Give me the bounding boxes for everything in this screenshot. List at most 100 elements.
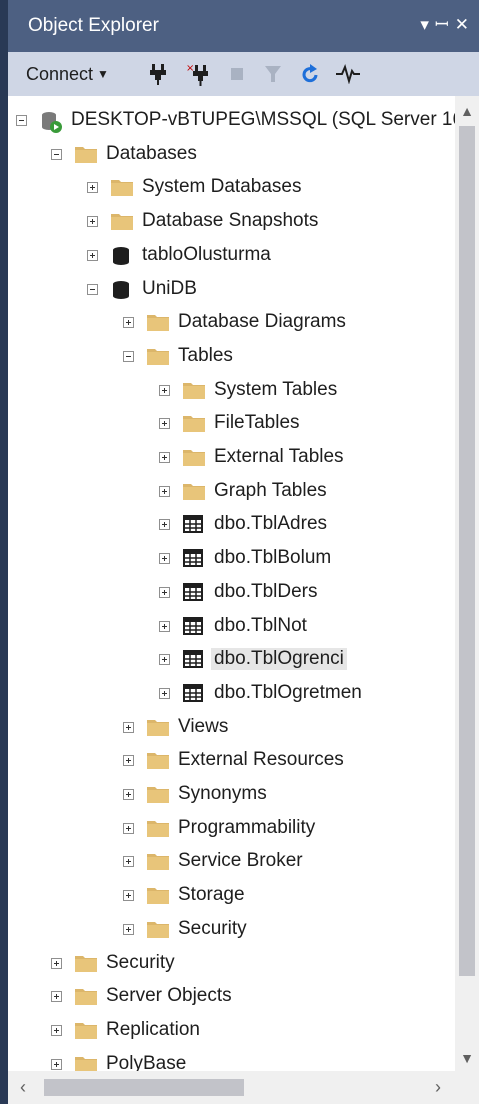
expand-icon[interactable] [159,620,170,632]
tree-node[interactable]: dbo.TblAdres [8,507,455,541]
scroll-up-icon[interactable]: ▲ [455,98,479,124]
vertical-scrollbar[interactable]: ▲ ▼ [455,96,479,1071]
expand-icon[interactable] [123,721,134,733]
horizontal-scroll-thumb[interactable] [44,1079,244,1096]
expand-icon[interactable] [159,687,170,699]
tree-node[interactable]: Database Snapshots [8,204,455,238]
tree-node[interactable]: DESKTOP-vBTUPEG\MSSQL (SQL Server 16.0.1… [8,103,455,137]
tree-node-label: System Tables [214,378,338,400]
title-bar: Object Explorer ▾ꟷ✕ [8,0,479,52]
tree-node[interactable]: Graph Tables [8,474,455,508]
tree-node-label: dbo.TblDers [214,580,318,602]
expand-icon[interactable] [51,1024,62,1036]
tree-node[interactable]: Databases [8,137,455,171]
expand-icon[interactable] [159,452,170,463]
expand-icon[interactable] [159,519,170,531]
expand-icon[interactable] [123,856,134,868]
expand-icon[interactable] [123,890,134,902]
tree-node[interactable]: UniDB [8,272,455,306]
tree-node-label: Replication [106,1018,200,1040]
expand-icon[interactable] [87,182,98,194]
tree-node[interactable]: tabloOlusturma [8,238,455,272]
tree-node[interactable]: Service Broker [8,844,455,878]
pin-icon[interactable]: ꟷ [435,15,455,34]
tree-panel: DESKTOP-vBTUPEG\MSSQL (SQL Server 16.0.1… [8,96,479,1104]
tree-node[interactable]: System Tables [8,373,455,407]
tree-node-label: Databases [106,142,197,164]
activity-monitor-icon[interactable] [336,52,360,96]
tree-node[interactable]: Server Objects [8,979,455,1013]
expand-icon[interactable] [123,789,134,800]
tree-node[interactable]: Tables [8,339,455,373]
vertical-scroll-thumb[interactable] [459,126,475,976]
expand-icon[interactable] [87,249,98,261]
folder-icon [147,313,169,336]
tree-node[interactable]: PolyBase [8,1047,455,1071]
expand-icon[interactable] [123,822,134,834]
folder-icon [147,751,169,774]
stop-icon[interactable] [230,52,244,96]
expand-icon[interactable] [51,991,62,1003]
tree-node[interactable]: Programmability [8,811,455,845]
tree-node[interactable]: dbo.TblOgrenci [8,642,455,676]
table-icon [183,515,203,538]
tree-node[interactable]: FileTables [8,406,455,440]
dropdown-icon[interactable]: ▾ [420,15,435,34]
connect-button[interactable]: Connect ▼ [26,52,109,96]
toolbar: Connect ▼ × [8,52,479,96]
tree-node-label: dbo.TblOgretmen [214,681,362,703]
tree-node-label: dbo.TblBolum [214,547,332,569]
tree-node[interactable]: Security [8,946,455,980]
horizontal-scrollbar[interactable]: ‹ › [8,1071,479,1104]
tree-node-label: FileTables [214,412,300,434]
folder-icon [147,718,169,741]
tree-node[interactable]: dbo.TblOgretmen [8,676,455,710]
collapse-icon[interactable] [16,115,27,126]
expand-icon[interactable] [159,384,170,396]
tree-node-label: Database Diagrams [178,311,346,333]
table-icon [183,582,203,606]
tree-node-label: Service Broker [178,850,303,872]
tree-node[interactable]: External Tables [8,440,455,474]
filter-icon[interactable] [264,52,282,96]
expand-icon[interactable] [123,923,134,935]
connect-icon[interactable] [149,52,167,96]
tree-node[interactable]: System Databases [8,170,455,204]
expand-icon[interactable] [123,317,134,329]
tree-node-label: System Databases [142,176,302,198]
tree-node[interactable]: Storage [8,878,455,912]
expand-icon[interactable] [87,216,98,228]
expand-icon[interactable] [51,1058,62,1070]
tree-node[interactable]: External Resources [8,743,455,777]
tree-node[interactable]: dbo.TblDers [8,575,455,609]
refresh-icon[interactable] [300,52,320,96]
expand-icon[interactable] [123,755,134,767]
tree-node[interactable]: Synonyms [8,777,455,811]
expand-icon[interactable] [159,654,170,666]
tree-node[interactable]: Database Diagrams [8,305,455,339]
folder-icon [75,987,97,1010]
tree-node-label: DESKTOP-vBTUPEG\MSSQL (SQL Server 16.0.1… [71,109,455,130]
collapse-icon[interactable] [123,350,134,362]
expand-icon[interactable] [159,586,170,598]
disconnect-icon[interactable]: × [186,52,210,96]
tree-node[interactable]: dbo.TblNot [8,609,455,643]
window-controls: ▾ꟷ✕ [420,12,475,35]
tree-node[interactable]: dbo.TblBolum [8,541,455,575]
expand-icon[interactable] [159,418,170,430]
close-icon[interactable]: ✕ [455,15,475,34]
tree-node-label: Views [178,715,229,737]
folder-icon [75,1055,97,1071]
collapse-icon[interactable] [51,148,62,160]
expand-icon[interactable] [159,485,170,497]
tree-node[interactable]: Replication [8,1013,455,1047]
expand-icon[interactable] [159,553,170,565]
scroll-right-icon[interactable]: › [423,1071,453,1104]
scroll-down-icon[interactable]: ▼ [455,1045,479,1071]
tree-node[interactable]: Views [8,710,455,744]
scroll-left-icon[interactable]: ‹ [8,1071,38,1104]
expand-icon[interactable] [51,957,62,969]
folder-icon [75,954,97,977]
tree-node[interactable]: Security [8,912,455,946]
collapse-icon[interactable] [87,283,98,295]
